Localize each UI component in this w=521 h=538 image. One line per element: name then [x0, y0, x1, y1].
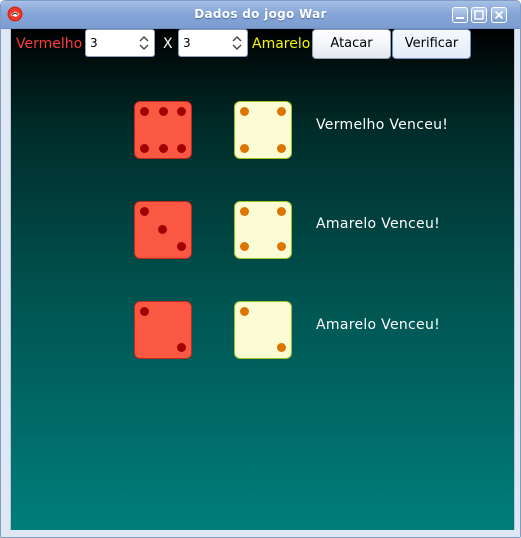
- yellow-player-label: Amarelo: [252, 36, 311, 52]
- die-pip: [277, 242, 286, 251]
- attack-button[interactable]: Atacar: [312, 29, 391, 59]
- minimize-icon[interactable]: [452, 7, 468, 23]
- red-die: [134, 301, 192, 359]
- die-pip: [277, 107, 286, 116]
- die-pip: [140, 307, 149, 316]
- yellow-die: [234, 301, 292, 359]
- red-die: [134, 201, 192, 259]
- die-pip: [177, 343, 186, 352]
- die-pip: [140, 107, 149, 116]
- spinner-arrows-icon[interactable]: [138, 34, 150, 52]
- die-pip: [140, 207, 149, 216]
- yellow-dice-count-value[interactable]: 3: [183, 36, 191, 50]
- window-title: Dados do jogo War: [194, 7, 327, 21]
- die-pip: [240, 207, 249, 216]
- die-pip: [240, 144, 249, 153]
- round-result: Vermelho Venceu!: [316, 117, 449, 133]
- red-dice-count-spinner[interactable]: 3: [85, 29, 155, 57]
- verify-button[interactable]: Verificar: [392, 29, 471, 59]
- yellow-die: [234, 101, 292, 159]
- title-bar[interactable]: Dados do jogo War: [1, 1, 520, 29]
- versus-label: X: [163, 36, 173, 52]
- die-pip: [277, 207, 286, 216]
- red-player-label: Vermelho: [16, 36, 83, 52]
- die-pip: [277, 343, 286, 352]
- die-pip: [158, 225, 167, 234]
- die-pip: [240, 107, 249, 116]
- die-pip: [177, 107, 186, 116]
- spinner-arrows-icon[interactable]: [231, 34, 243, 52]
- die-pip: [277, 144, 286, 153]
- round-result: Amarelo Venceu!: [316, 216, 441, 232]
- maximize-icon[interactable]: [471, 7, 487, 23]
- die-pip: [177, 144, 186, 153]
- app-window: Dados do jogo War Vermelho 3 X 3 Amarelo…: [0, 0, 521, 538]
- die-pip: [177, 242, 186, 251]
- round-result: Amarelo Venceu!: [316, 317, 441, 333]
- window-bottom-border: [1, 530, 520, 537]
- die-pip: [159, 144, 168, 153]
- close-icon[interactable]: [491, 7, 507, 23]
- red-die: [134, 101, 192, 159]
- yellow-dice-count-spinner[interactable]: 3: [178, 29, 248, 57]
- die-pip: [159, 107, 168, 116]
- yellow-die: [234, 201, 292, 259]
- die-pip: [240, 242, 249, 251]
- die-pip: [240, 307, 249, 316]
- die-pip: [140, 144, 149, 153]
- red-dice-count-value[interactable]: 3: [90, 36, 98, 50]
